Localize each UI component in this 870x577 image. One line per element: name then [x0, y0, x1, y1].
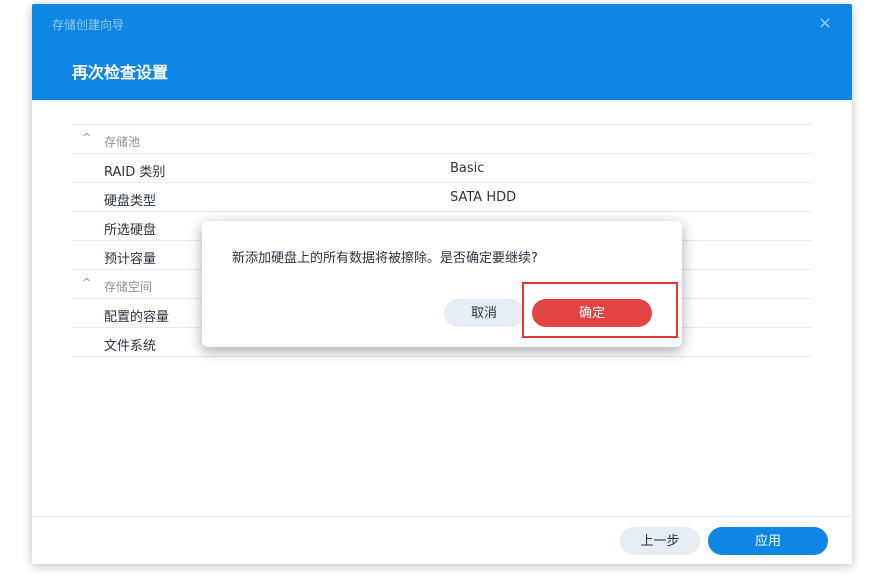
chevron-up-icon: ^	[82, 276, 92, 289]
row-label: 配置的容量	[104, 310, 170, 325]
section-title: 存储空间	[104, 280, 153, 294]
summary-row-raid-type: RAID 类别 Basic	[72, 154, 812, 183]
row-label: 预计容量	[104, 252, 157, 267]
apply-button[interactable]: 应用	[708, 527, 828, 555]
row-label: 所选硬盘	[104, 223, 157, 238]
row-value: Basic	[450, 161, 485, 176]
previous-step-button[interactable]: 上一步	[620, 527, 700, 555]
summary-row-drive-type: 硬盘类型 SATA HDD	[72, 183, 812, 212]
row-label: 文件系统	[104, 339, 157, 354]
chevron-up-icon: ^	[82, 131, 92, 144]
page-title: 再次检查设置	[72, 63, 169, 82]
section-storage-pool[interactable]: ^ 存储池	[72, 125, 812, 154]
wizard-header: 存储创建向导 × 再次检查设置	[32, 4, 852, 100]
row-value: SATA HDD	[450, 190, 517, 205]
dialog-message: 新添加硬盘上的所有数据将被擦除。是否确定要继续?	[232, 251, 538, 266]
cancel-button[interactable]: 取消	[444, 299, 524, 327]
section-title: 存储池	[104, 135, 141, 149]
confirm-highlight-box	[522, 282, 678, 338]
wizard-footer: 上一步 应用	[32, 516, 852, 564]
row-label: RAID 类别	[104, 165, 166, 180]
close-icon[interactable]: ×	[816, 14, 834, 32]
window-title: 存储创建向导	[52, 18, 125, 32]
row-label: 硬盘类型	[104, 194, 157, 209]
